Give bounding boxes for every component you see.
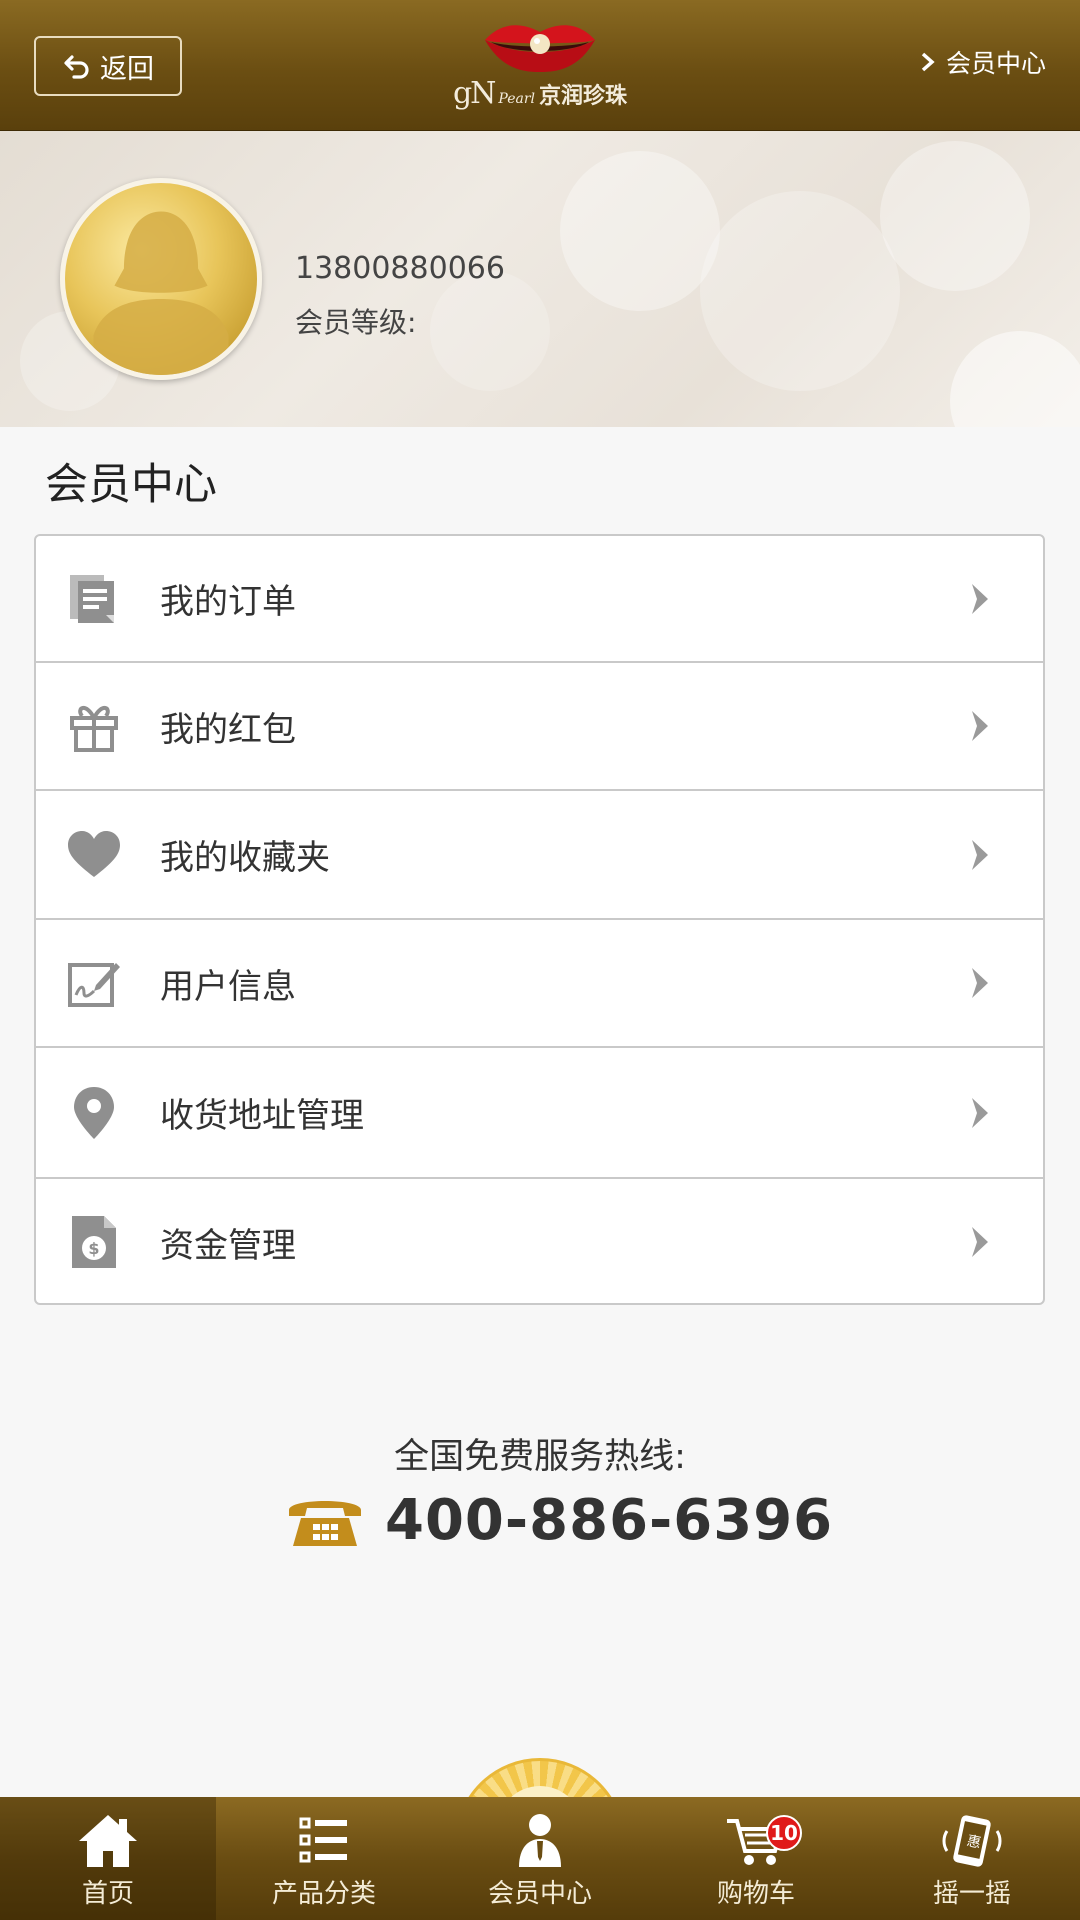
- tab-label: 购物车: [716, 1879, 795, 1909]
- menu-item-favorites[interactable]: 我的收藏夹: [36, 791, 1043, 920]
- tab-label: 摇一摇: [932, 1879, 1011, 1909]
- member-phone: 13800880066: [295, 251, 505, 286]
- logo-brand-name: 京润珍珠: [539, 84, 628, 109]
- menu-item-address[interactable]: 收货地址管理: [36, 1048, 1043, 1179]
- user-silhouette-icon: [93, 211, 229, 375]
- menu-item-label: 我的红包: [160, 709, 296, 750]
- category-list-icon: [299, 1817, 347, 1863]
- member-center-link-label: 会员中心: [945, 49, 1046, 78]
- page-title: 会员中心: [45, 460, 217, 510]
- svg-text:$: $: [88, 1239, 99, 1258]
- tab-label: 会员中心: [487, 1879, 592, 1909]
- menu-item-funds[interactable]: $ 资金管理: [36, 1179, 1043, 1305]
- orders-icon: [66, 571, 122, 627]
- chevron-right-icon: [972, 968, 988, 998]
- home-icon: [79, 1815, 137, 1867]
- chevron-right-icon: [972, 711, 988, 741]
- menu-item-label: 我的收藏夹: [160, 838, 330, 878]
- telephone-icon: [289, 1500, 361, 1546]
- location-pin-icon: [66, 1085, 122, 1141]
- menu-item-red-packets[interactable]: 我的红包: [36, 663, 1043, 791]
- chevron-right-icon: [921, 52, 935, 72]
- menu-item-orders[interactable]: 我的订单: [36, 536, 1043, 663]
- profile-banner: 13800880066 会员等级:: [0, 131, 1080, 427]
- member-center-link[interactable]: 会员中心: [920, 44, 1046, 80]
- logo-gn-text: gN: [452, 76, 496, 111]
- back-button-label: 返回: [100, 53, 154, 85]
- member-menu-list: 我的订单 我的红包 我的收藏夹 用户信息 收货地址管理 $ 资金管理: [34, 534, 1045, 1305]
- back-button[interactable]: 返回: [34, 36, 182, 96]
- chevron-right-icon: [972, 839, 988, 870]
- chevron-right-icon: [972, 1227, 988, 1257]
- lips-pearl-logo-icon: [485, 25, 595, 72]
- tab-shake[interactable]: 惠 摇一摇: [864, 1797, 1080, 1920]
- hotline[interactable]: 400-886-6396: [285, 1488, 833, 1553]
- brand-logo: gN Pearl 京润珍珠: [440, 18, 640, 118]
- tab-cart[interactable]: 10 购物车: [648, 1797, 864, 1920]
- gift-icon: [66, 698, 122, 754]
- heart-icon: [66, 827, 122, 883]
- tab-home[interactable]: 首页: [0, 1797, 216, 1920]
- menu-item-label: 我的订单: [160, 582, 296, 622]
- tab-label: 首页: [81, 1879, 134, 1909]
- back-arrow-icon: [64, 55, 89, 79]
- bottom-tab-bar: 首页 产品分类 会员中心 10 购物车 惠 摇一摇: [0, 1797, 1080, 1920]
- member-level-label: 会员等级:: [295, 306, 417, 339]
- avatar[interactable]: [60, 178, 262, 380]
- edit-profile-icon: [66, 955, 122, 1011]
- hotline-number: 400-886-6396: [385, 1488, 834, 1553]
- tab-label: 产品分类: [271, 1879, 376, 1909]
- menu-item-label: 用户信息: [160, 966, 296, 1007]
- cart-count-badge: 10: [766, 1815, 802, 1851]
- logo-pearl-text: Pearl: [498, 91, 536, 107]
- hotline-label: 全国免费服务热线:: [394, 1437, 686, 1477]
- top-header: 返回 gN Pearl 京润珍珠 会员中心: [0, 0, 1080, 131]
- money-document-icon: $: [66, 1214, 122, 1270]
- tab-member-center[interactable]: 会员中心: [432, 1797, 648, 1920]
- chevron-right-icon: [972, 1097, 988, 1128]
- menu-item-label: 收货地址管理: [160, 1096, 364, 1136]
- chevron-right-icon: [972, 583, 988, 614]
- member-icon: [519, 1814, 561, 1867]
- tab-categories[interactable]: 产品分类: [216, 1797, 432, 1920]
- shake-phone-icon: 惠: [942, 1815, 1002, 1867]
- menu-item-user-info[interactable]: 用户信息: [36, 920, 1043, 1048]
- menu-item-label: 资金管理: [160, 1225, 296, 1266]
